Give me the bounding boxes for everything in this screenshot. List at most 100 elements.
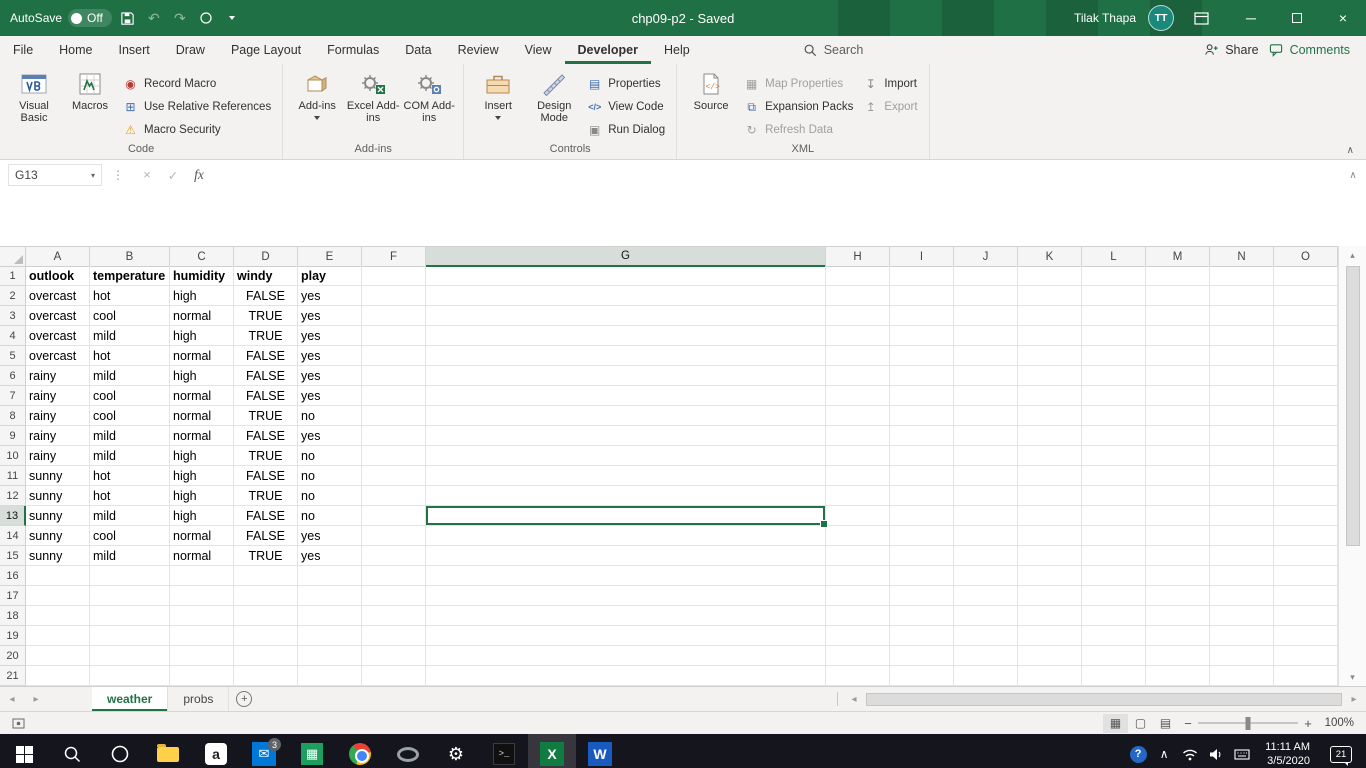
zoom-in-button[interactable]: + <box>1298 716 1318 731</box>
cell-L15[interactable] <box>1082 546 1146 566</box>
cell-M7[interactable] <box>1146 386 1210 406</box>
cell-F14[interactable] <box>362 526 426 546</box>
cell-K3[interactable] <box>1018 306 1082 326</box>
cell-O2[interactable] <box>1274 286 1338 306</box>
cell-C20[interactable] <box>170 646 234 666</box>
cell-K19[interactable] <box>1018 626 1082 646</box>
cell-B5[interactable]: hot <box>90 346 170 366</box>
cell-H14[interactable] <box>826 526 890 546</box>
cell-N4[interactable] <box>1210 326 1274 346</box>
cell-G20[interactable] <box>426 646 826 666</box>
cell-K9[interactable] <box>1018 426 1082 446</box>
cell-G3[interactable] <box>426 306 826 326</box>
cell-D4[interactable]: TRUE <box>234 326 298 346</box>
cell-H13[interactable] <box>826 506 890 526</box>
cell-O3[interactable] <box>1274 306 1338 326</box>
select-all-button[interactable] <box>0 247 26 267</box>
column-header-F[interactable]: F <box>362 247 426 267</box>
cell-G9[interactable] <box>426 426 826 446</box>
row-header-9[interactable]: 9 <box>0 426 26 446</box>
cell-N21[interactable] <box>1210 666 1274 686</box>
tab-page-layout[interactable]: Page Layout <box>218 36 314 64</box>
cell-M8[interactable] <box>1146 406 1210 426</box>
cell-O17[interactable] <box>1274 586 1338 606</box>
cell-J9[interactable] <box>954 426 1018 446</box>
cell-E14[interactable]: yes <box>298 526 362 546</box>
row-header-7[interactable]: 7 <box>0 386 26 406</box>
ribbon-display-options-button[interactable] <box>1186 0 1216 36</box>
cell-F6[interactable] <box>362 366 426 386</box>
cell-I16[interactable] <box>890 566 954 586</box>
horizontal-scrollbar-thumb[interactable] <box>866 692 1342 706</box>
cell-K17[interactable] <box>1018 586 1082 606</box>
cell-A2[interactable]: overcast <box>26 286 90 306</box>
cell-G6[interactable] <box>426 366 826 386</box>
cell-J8[interactable] <box>954 406 1018 426</box>
cell-C12[interactable]: high <box>170 486 234 506</box>
cell-D19[interactable] <box>234 626 298 646</box>
cell-G8[interactable] <box>426 406 826 426</box>
keyboard-tray-button[interactable] <box>1229 734 1255 768</box>
cell-M15[interactable] <box>1146 546 1210 566</box>
tab-draw[interactable]: Draw <box>163 36 218 64</box>
cell-N6[interactable] <box>1210 366 1274 386</box>
zoom-level[interactable]: 100% <box>1318 717 1366 729</box>
command-prompt-button[interactable]: >_ <box>480 734 528 768</box>
cell-C6[interactable]: high <box>170 366 234 386</box>
cell-G21[interactable] <box>426 666 826 686</box>
cell-M6[interactable] <box>1146 366 1210 386</box>
cell-L13[interactable] <box>1082 506 1146 526</box>
cell-B19[interactable] <box>90 626 170 646</box>
column-header-A[interactable]: A <box>26 247 90 267</box>
cell-M2[interactable] <box>1146 286 1210 306</box>
settings-button[interactable]: ⚙ <box>432 734 480 768</box>
tab-formulas[interactable]: Formulas <box>314 36 392 64</box>
cell-O16[interactable] <box>1274 566 1338 586</box>
cell-E20[interactable] <box>298 646 362 666</box>
run-dialog-button[interactable]: ▣ Run Dialog <box>583 120 669 139</box>
cell-I9[interactable] <box>890 426 954 446</box>
cell-B8[interactable]: cool <box>90 406 170 426</box>
cell-C13[interactable]: high <box>170 506 234 526</box>
cell-E17[interactable] <box>298 586 362 606</box>
cell-J18[interactable] <box>954 606 1018 626</box>
cell-N1[interactable] <box>1210 266 1274 286</box>
cell-L12[interactable] <box>1082 486 1146 506</box>
help-tray-button[interactable]: ? <box>1125 734 1151 768</box>
cell-J13[interactable] <box>954 506 1018 526</box>
cell-M18[interactable] <box>1146 606 1210 626</box>
cell-I12[interactable] <box>890 486 954 506</box>
mail-button[interactable]: ✉ 3 <box>240 734 288 768</box>
cell-B14[interactable]: cool <box>90 526 170 546</box>
cortana-button[interactable] <box>96 734 144 768</box>
cell-F3[interactable] <box>362 306 426 326</box>
name-box[interactable]: G13 ▾ <box>8 164 102 186</box>
cell-C3[interactable]: normal <box>170 306 234 326</box>
comments-button[interactable]: Comments <box>1269 43 1350 57</box>
zoom-out-button[interactable]: − <box>1178 716 1198 731</box>
cell-K6[interactable] <box>1018 366 1082 386</box>
minimize-button[interactable]: ─ <box>1228 0 1274 36</box>
cell-O11[interactable] <box>1274 466 1338 486</box>
row-header-4[interactable]: 4 <box>0 326 26 346</box>
cell-L19[interactable] <box>1082 626 1146 646</box>
cell-B1[interactable]: temperature <box>90 266 170 286</box>
scroll-down-icon[interactable]: ▾ <box>1339 668 1366 686</box>
use-relative-references-button[interactable]: ⊞ Use Relative References <box>119 97 275 116</box>
cell-F1[interactable] <box>362 266 426 286</box>
cell-G18[interactable] <box>426 606 826 626</box>
cell-M19[interactable] <box>1146 626 1210 646</box>
row-header-1[interactable]: 1 <box>0 266 26 286</box>
cell-N14[interactable] <box>1210 526 1274 546</box>
cell-M4[interactable] <box>1146 326 1210 346</box>
cell-G7[interactable] <box>426 386 826 406</box>
cell-N9[interactable] <box>1210 426 1274 446</box>
cell-F2[interactable] <box>362 286 426 306</box>
design-mode-button[interactable]: Design Mode <box>527 66 581 142</box>
tab-review[interactable]: Review <box>445 36 512 64</box>
horizontal-scrollbar[interactable] <box>866 687 1342 711</box>
cell-K21[interactable] <box>1018 666 1082 686</box>
cell-B20[interactable] <box>90 646 170 666</box>
cell-L11[interactable] <box>1082 466 1146 486</box>
cell-F21[interactable] <box>362 666 426 686</box>
